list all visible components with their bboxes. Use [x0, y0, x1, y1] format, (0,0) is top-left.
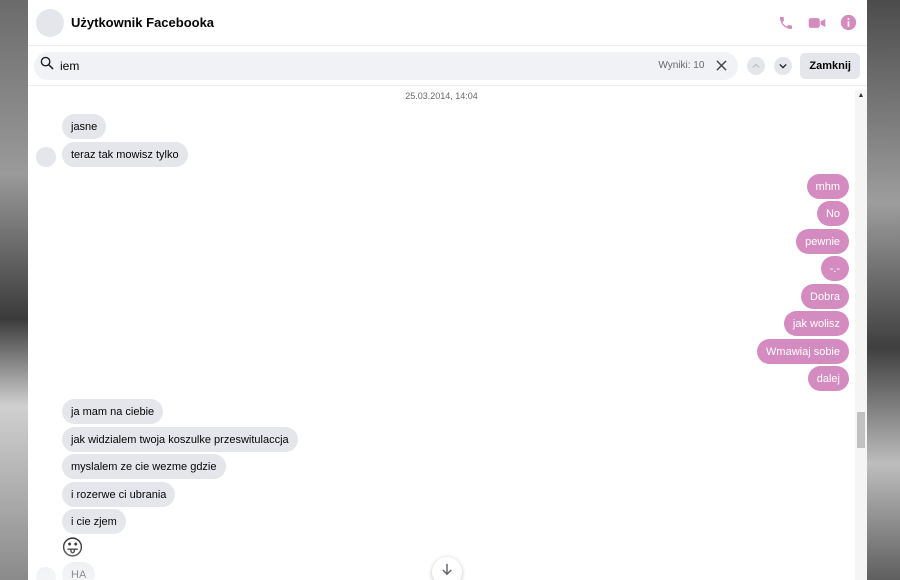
search-icon	[40, 56, 54, 75]
search-box: Wyniki: 10	[34, 51, 739, 80]
background-left	[0, 0, 28, 580]
search-input[interactable]	[60, 58, 620, 73]
search-results-count: Wyniki: 10	[658, 60, 705, 71]
close-icon	[716, 60, 727, 71]
chat-header: Użytkownik Facebooka	[28, 0, 867, 46]
header-actions	[778, 14, 857, 31]
search-bar: Wyniki: 10 Zamknij	[28, 46, 867, 86]
contact-avatar[interactable]	[36, 8, 64, 37]
chevron-up-icon	[752, 62, 761, 68]
contact-name[interactable]: Użytkownik Facebooka	[71, 15, 214, 30]
chevron-down-icon	[779, 63, 788, 69]
incoming-message[interactable]: ja mam na ciebie	[62, 399, 164, 424]
sender-avatar[interactable]	[36, 567, 56, 580]
outgoing-message[interactable]: No	[816, 201, 849, 226]
info-icon[interactable]	[840, 14, 857, 31]
incoming-message[interactable]: jak widzialem twoja koszulke przeswitula…	[62, 427, 298, 452]
scroll-thumb[interactable]	[857, 412, 865, 448]
outgoing-message[interactable]: mhm	[806, 174, 849, 199]
outgoing-message[interactable]: dalej	[807, 366, 849, 391]
incoming-message[interactable]: i rozerwe ci ubrania	[62, 482, 176, 507]
message-list: 25.03.2014, 14:04 jasne teraz tak mowisz…	[28, 87, 855, 580]
arrow-down-icon	[442, 563, 452, 576]
previous-result-button[interactable]	[747, 56, 766, 75]
video-camera-icon[interactable]	[808, 15, 826, 31]
jump-to-latest-button[interactable]	[432, 557, 462, 580]
incoming-message[interactable]: HA	[62, 562, 96, 580]
message-scrollbar[interactable]: ▲	[855, 90, 867, 580]
outgoing-message[interactable]: Wmawiaj sobie	[757, 339, 849, 364]
incoming-message[interactable]: jasne	[62, 114, 107, 139]
close-search-button[interactable]: Zamknij	[800, 52, 860, 79]
background-right	[867, 0, 900, 580]
incoming-message[interactable]: teraz tak mowisz tylko	[62, 142, 188, 167]
scroll-up-arrow-icon[interactable]: ▲	[857, 92, 865, 100]
next-result-button[interactable]	[774, 56, 793, 75]
phone-icon[interactable]	[778, 15, 794, 31]
incoming-message[interactable]: i cie zjem	[62, 509, 126, 534]
outgoing-message[interactable]: Dobra	[801, 284, 849, 309]
tongue-emoji-message[interactable]: 😛	[61, 537, 84, 559]
clear-search-button[interactable]	[712, 57, 730, 75]
outgoing-message[interactable]: -.-	[820, 256, 849, 281]
sender-avatar[interactable]	[36, 147, 56, 167]
outgoing-message[interactable]: jak wolisz	[783, 311, 849, 336]
chat-window: Użytkownik Facebooka Wyniki: 10	[28, 0, 867, 580]
incoming-message[interactable]: myslalem ze cie wezme gdzie	[62, 454, 226, 479]
message-timestamp: 25.03.2014, 14:04	[405, 91, 478, 101]
outgoing-message[interactable]: pewnie	[796, 229, 849, 254]
